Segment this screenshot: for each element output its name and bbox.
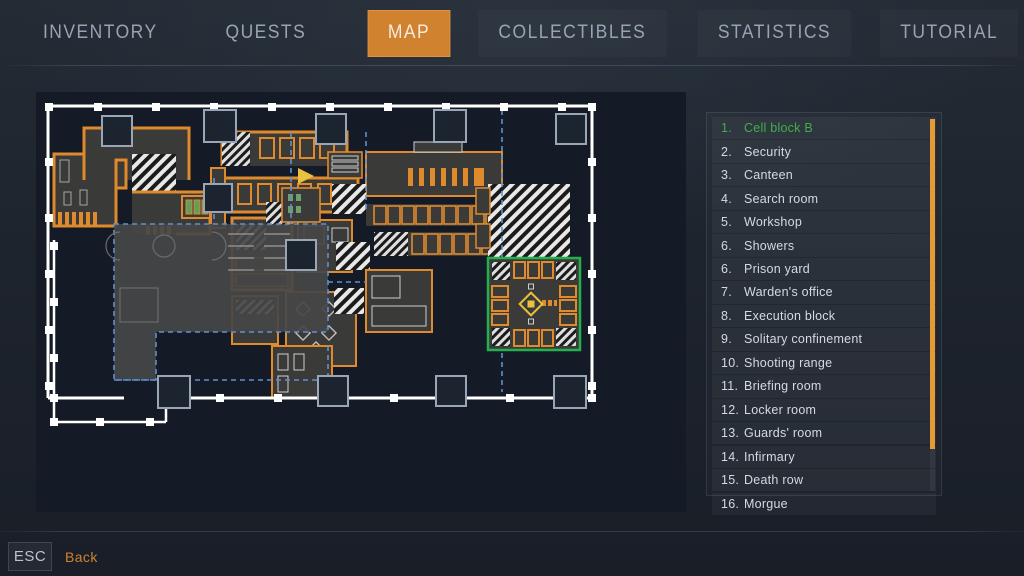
legend-item-number: 14. [721,450,744,464]
legend-item-number: 10. [721,356,744,370]
legend-item-label: Morgue [744,497,788,511]
legend-list: 1.Cell block B2.Security3.Canteen4.Searc… [712,117,936,515]
legend-item-label: Cell block B [744,121,813,135]
legend-item-number: 5. [721,215,744,229]
legend-item-number: 11. [721,379,744,393]
legend-item[interactable]: 14.Infirmary [712,446,936,468]
tab-quests-label: QUESTS [226,22,307,44]
legend-item[interactable]: 13.Guards' room [712,422,936,444]
legend-item-label: Locker room [744,403,816,417]
legend-item-label: Execution block [744,309,835,323]
main-tab-bar: INVENTORY QUESTS MAP COLLECTIBLES STATIS… [0,0,1024,66]
tab-map[interactable]: MAP [368,10,451,57]
legend-item-label: Prison yard [744,262,810,276]
legend-item-number: 16. [721,497,744,511]
tab-collectibles[interactable]: COLLECTIBLES [478,10,666,57]
legend-item[interactable]: 4.Search room [712,187,936,209]
legend-item-number: 2. [721,145,744,159]
legend-scrollbar-track[interactable] [930,119,935,491]
legend-item[interactable]: 6.Prison yard [712,258,936,280]
legend-item[interactable]: 9.Solitary confinement [712,328,936,350]
legend-item-label: Workshop [744,215,802,229]
legend-item[interactable]: 15.Death row [712,469,936,491]
legend-item[interactable]: 3.Canteen [712,164,936,186]
prison-map[interactable] [36,92,686,512]
tab-tutorial[interactable]: TUTORIAL [880,10,1018,57]
tab-statistics-label: STATISTICS [718,22,831,44]
legend-item[interactable]: 1.Cell block B [712,117,936,139]
tabbar-divider [0,65,1024,66]
legend-item-number: 13. [721,426,744,440]
legend-item-number: 9. [721,332,744,346]
legend-item[interactable]: 10.Shooting range [712,352,936,374]
back-action-label[interactable]: Back [65,549,98,565]
legend-item-number: 12. [721,403,744,417]
tab-statistics[interactable]: STATISTICS [697,10,851,57]
legend-item-number: 6. [721,262,744,276]
legend-item-number: 3. [721,168,744,182]
legend-item[interactable]: 11.Briefing room [712,375,936,397]
tab-collectibles-label: COLLECTIBLES [498,22,646,44]
legend-item-label: Warden's office [744,285,833,299]
legend-item[interactable]: 6.Showers [712,234,936,256]
legend-item[interactable]: 16.Morgue [712,493,936,515]
legend-item-number: 15. [721,473,744,487]
tab-quests[interactable]: QUESTS [206,10,327,57]
legend-scrollbar-thumb[interactable] [930,119,935,449]
legend-item[interactable]: 12.Locker room [712,399,936,421]
legend-item-label: Guards' room [744,426,822,440]
legend-item-label: Shooting range [744,356,832,370]
tab-inventory[interactable]: INVENTORY [23,10,178,57]
legend-item-label: Infirmary [744,450,795,464]
legend-item-label: Canteen [744,168,793,182]
tab-tutorial-label: TUTORIAL [900,22,998,44]
legend-item-label: Search room [744,192,818,206]
legend-item[interactable]: 5.Workshop [712,211,936,233]
legend-item-label: Solitary confinement [744,332,862,346]
legend-item-number: 8. [721,309,744,323]
map-blueprint-svg[interactable] [36,92,686,512]
legend-item[interactable]: 7.Warden's office [712,281,936,303]
tab-inventory-label: INVENTORY [43,22,158,44]
legend-item-number: 1. [721,121,744,135]
footer-bar: ESC Back [8,542,98,571]
legend-item-label: Briefing room [744,379,822,393]
legend-item[interactable]: 2.Security [712,140,936,162]
legend-item-label: Death row [744,473,803,487]
legend-item-number: 6. [721,239,744,253]
legend-item-number: 4. [721,192,744,206]
legend-item-label: Security [744,145,791,159]
legend-item-number: 7. [721,285,744,299]
tab-map-label: MAP [388,22,430,44]
legend-item[interactable]: 8.Execution block [712,305,936,327]
map-legend-panel[interactable]: 1.Cell block B2.Security3.Canteen4.Searc… [706,112,942,496]
legend-item-label: Showers [744,239,794,253]
esc-key-badge[interactable]: ESC [8,542,52,571]
footer-divider [0,531,1024,532]
